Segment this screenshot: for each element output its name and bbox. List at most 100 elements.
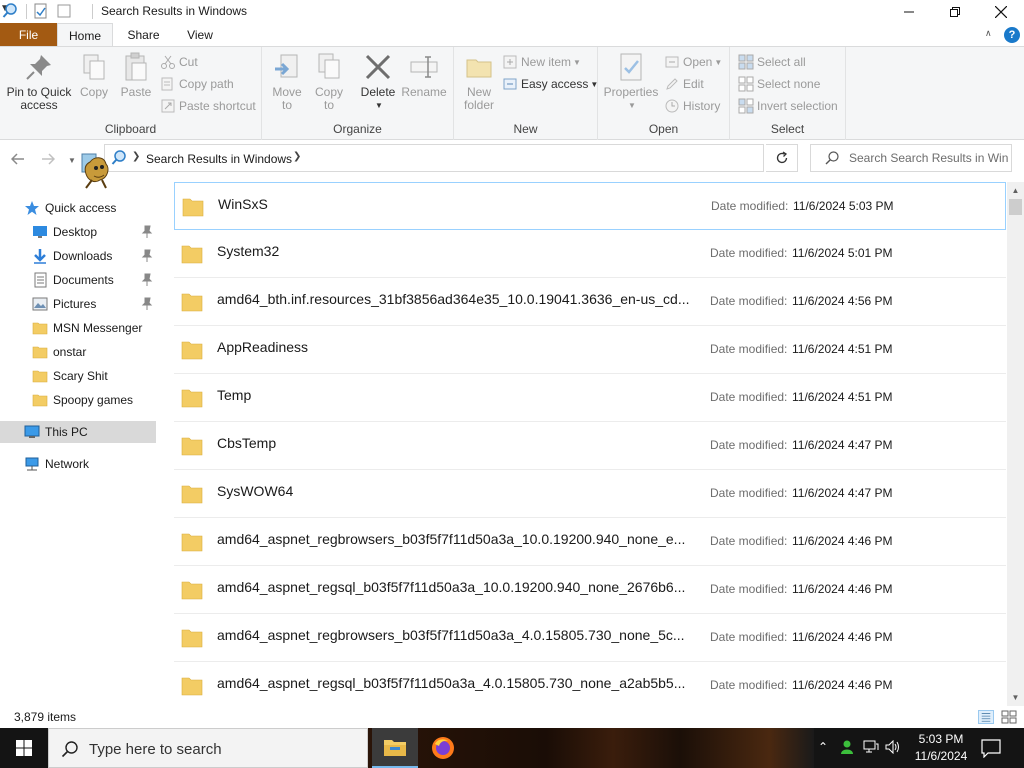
search-icon [825, 151, 839, 165]
pin-icon[interactable] [141, 273, 153, 287]
nav-item-spoopy-games[interactable]: Spoopy games [0, 389, 156, 411]
new-folder-quick-icon[interactable] [56, 3, 72, 19]
nav-item-msn-messenger[interactable]: MSN Messenger [0, 317, 156, 339]
nav-network[interactable]: Network [0, 453, 156, 475]
copy-button[interactable]: Copy [76, 51, 112, 99]
move-to-button[interactable]: Move to [270, 51, 304, 112]
refresh-button[interactable] [766, 144, 798, 172]
network-icon [25, 457, 39, 471]
network-tray-icon[interactable] [862, 738, 880, 756]
start-button[interactable] [0, 728, 48, 768]
paste-shortcut-button[interactable]: Paste shortcut [160, 96, 256, 116]
edit-button[interactable]: Edit [664, 74, 704, 94]
move-to-label-line2: to [281, 98, 292, 112]
nav-quick-access[interactable]: Quick access [0, 197, 156, 219]
close-button[interactable] [978, 0, 1024, 23]
paste-button[interactable]: Paste [118, 51, 154, 99]
scroll-down-arrow-icon[interactable]: ▼ [1007, 689, 1024, 706]
rename-button[interactable]: Rename [401, 51, 447, 99]
nav-this-pc[interactable]: This PC [0, 421, 156, 443]
speaker-icon [885, 740, 899, 754]
delete-dropdown-icon[interactable]: ▼ [375, 99, 383, 112]
select-none-icon [738, 76, 754, 92]
search-box[interactable] [810, 144, 1012, 172]
easy-access-button[interactable]: Easy access ▼ [502, 74, 598, 94]
clock-date: 11/6/2024 [914, 749, 968, 763]
date-modified-value: 11/6/2024 5:01 PM [792, 246, 893, 260]
file-row[interactable]: amd64_aspnet_regbrowsers_b03f5f7f11d50a3… [174, 518, 1006, 566]
tab-view[interactable]: View [172, 23, 228, 46]
breadcrumb-search-results[interactable]: Search Results in Windows [146, 152, 292, 166]
taskbar-firefox-button[interactable] [420, 728, 466, 768]
address-bar[interactable]: ❯ Search Results in Windows ❯ [104, 144, 860, 172]
delete-button[interactable]: Delete ▼ [358, 51, 398, 112]
file-row[interactable]: CbsTemp Date modified: 11/6/2024 4:47 PM [174, 422, 1006, 470]
file-explorer-search-icon[interactable] [2, 3, 18, 19]
show-hidden-icons-chevron-icon[interactable]: ⌃ [814, 738, 832, 756]
file-row[interactable]: SysWOW64 Date modified: 11/6/2024 4:47 PM [174, 470, 1006, 518]
clipboard-group: Pin to Quick access Copy Paste Cut Copy … [0, 47, 262, 140]
nav-item-onstar[interactable]: onstar [0, 341, 156, 363]
file-row[interactable]: amd64_bth.inf.resources_31bf3856ad364e35… [174, 278, 1006, 326]
properties-button[interactable]: Properties ▼ [604, 51, 658, 112]
pin-icon[interactable] [141, 297, 153, 311]
action-center-icon[interactable] [980, 738, 1002, 758]
file-name: Temp [217, 387, 252, 403]
taskbar-file-explorer-button[interactable] [372, 728, 418, 768]
history-button[interactable]: History [664, 96, 720, 116]
volume-tray-icon[interactable] [884, 738, 902, 756]
status-bar: 3,879 items [0, 706, 1024, 728]
open-label: Open [683, 55, 713, 69]
open-dropdown-icon: ▼ [714, 57, 723, 67]
expand-ribbon-chevron-icon[interactable]: ∧ [985, 28, 992, 39]
help-icon[interactable]: ? [1004, 27, 1020, 43]
tab-file[interactable]: File [0, 23, 57, 46]
nav-item-label: Documents [53, 273, 114, 287]
tab-home[interactable]: Home [57, 23, 113, 47]
tab-share[interactable]: Share [115, 23, 172, 46]
scroll-up-arrow-icon[interactable]: ▲ [1007, 182, 1024, 199]
file-name: CbsTemp [217, 435, 277, 451]
select-all-button[interactable]: Select all [738, 52, 806, 72]
details-view-icon[interactable] [978, 710, 994, 724]
properties-quick-icon[interactable] [33, 3, 49, 19]
nav-item-desktop[interactable]: Desktop [0, 221, 156, 243]
new-folder-button[interactable]: New folder [460, 51, 498, 112]
new-item-button[interactable]: New item ▼ [502, 52, 581, 72]
nav-item-documents[interactable]: Documents [0, 269, 156, 291]
invert-selection-button[interactable]: Invert selection [738, 96, 838, 116]
breadcrumb-chevron-icon[interactable]: ❯ [132, 151, 140, 162]
file-row[interactable]: amd64_aspnet_regsql_b03f5f7f11d50a3a_4.0… [174, 662, 1006, 702]
nav-item-pictures[interactable]: Pictures [0, 293, 156, 315]
search-input[interactable] [849, 145, 1009, 171]
scrollbar-thumb[interactable] [1009, 199, 1022, 215]
pin-icon[interactable] [141, 225, 153, 239]
pin-to-quick-access-button[interactable]: Pin to Quick access [6, 51, 72, 112]
back-button[interactable] [10, 151, 26, 167]
file-row[interactable]: AppReadiness Date modified: 11/6/2024 4:51… [174, 326, 1006, 374]
file-row[interactable]: Temp Date modified: 11/6/2024 4:51 PM [174, 374, 1006, 422]
people-icon[interactable] [838, 738, 856, 756]
file-row[interactable]: amd64_aspnet_regbrowsers_b03f5f7f11d50a3… [174, 614, 1006, 662]
nav-item-downloads[interactable]: Downloads [0, 245, 156, 267]
paste-shortcut-icon [161, 99, 175, 113]
file-row[interactable]: WinSxS Date modified: 11/6/2024 5:03 PM [174, 182, 1006, 230]
restore-button[interactable] [932, 0, 978, 23]
file-row[interactable]: System32 Date modified: 11/6/2024 5:01 PM [174, 230, 1006, 278]
file-row[interactable]: amd64_aspnet_regsql_b03f5f7f11d50a3a_10.… [174, 566, 1006, 614]
minimize-button[interactable] [886, 0, 932, 23]
nav-item-scary-shit[interactable]: Scary Shit [0, 365, 156, 387]
select-none-button[interactable]: Select none [738, 74, 820, 94]
breadcrumb-chevron-icon[interactable]: ❯ [293, 151, 301, 162]
recent-locations-dropdown-icon[interactable]: ▼ [64, 152, 80, 168]
copy-to-button[interactable]: Copy to [312, 51, 346, 112]
cut-button[interactable]: Cut [160, 52, 198, 72]
taskbar-search-box[interactable]: Type here to search [48, 728, 368, 768]
vertical-scrollbar[interactable]: ▲ ▼ [1007, 182, 1024, 706]
large-icons-view-icon[interactable] [1001, 710, 1017, 724]
open-button[interactable]: Open ▼ [664, 52, 722, 72]
clock[interactable]: 5:03 PM 11/6/2024 [910, 731, 972, 765]
forward-button[interactable] [40, 151, 56, 167]
pin-icon[interactable] [141, 249, 153, 263]
copy-path-button[interactable]: Copy path [160, 74, 234, 94]
